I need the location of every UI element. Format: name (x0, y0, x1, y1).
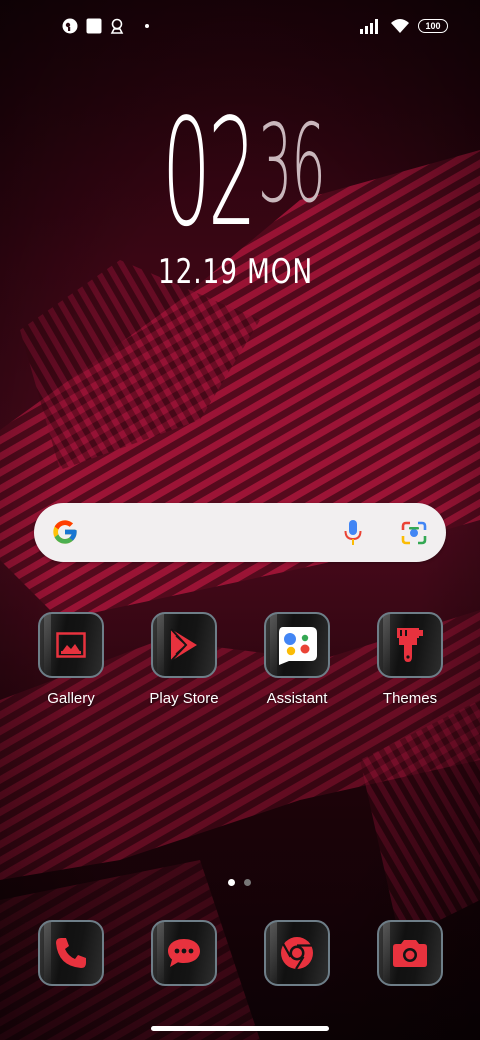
app-label: Assistant (266, 690, 328, 707)
microphone-icon[interactable] (344, 520, 362, 546)
notification-app-icon (62, 18, 78, 34)
clock-hour: 02 (162, 87, 257, 259)
google-g-icon (53, 520, 77, 544)
themes-brush-icon (397, 628, 423, 662)
google-lens-icon[interactable] (401, 521, 427, 545)
signal-icon (360, 19, 378, 34)
dock-camera[interactable] (362, 920, 458, 986)
camera-tile[interactable] (377, 920, 443, 986)
app-label: Gallery (47, 690, 95, 707)
status-bar: 100 (0, 0, 480, 56)
gallery-icon (56, 632, 86, 658)
dock-messages[interactable] (136, 920, 232, 986)
google-search-bar[interactable] (34, 503, 446, 562)
gesture-nav-handle[interactable] (151, 1026, 329, 1031)
clock-widget[interactable]: 02 36 12.19 MON (0, 98, 480, 300)
chrome-icon (281, 937, 313, 970)
app-themes[interactable]: Themes (362, 612, 458, 708)
app-gallery[interactable]: Gallery (23, 612, 119, 708)
clock-minute: 36 (258, 102, 326, 227)
dock-chrome[interactable] (249, 920, 345, 986)
assistant-icon (279, 627, 317, 665)
dock-phone[interactable] (23, 920, 119, 986)
messages-tile[interactable] (151, 920, 217, 986)
page-dot[interactable] (244, 879, 251, 886)
page-dot-active[interactable] (228, 879, 235, 886)
phone-icon (56, 938, 86, 968)
notification-square-icon (86, 18, 102, 34)
play-store-tile[interactable] (151, 612, 217, 678)
battery-indicator: 100 (418, 19, 448, 33)
wifi-icon (391, 19, 409, 33)
page-indicator (228, 879, 251, 886)
phone-tile[interactable] (38, 920, 104, 986)
messages-icon (168, 939, 200, 967)
chrome-tile[interactable] (264, 920, 330, 986)
camera-icon (393, 940, 427, 967)
gallery-tile[interactable] (38, 612, 104, 678)
assistant-tile[interactable] (264, 612, 330, 678)
app-label: Themes (382, 690, 438, 707)
notification-location-icon (110, 18, 124, 34)
more-dot-icon (145, 24, 149, 28)
play-store-icon (170, 628, 197, 662)
app-play-store[interactable]: Play Store (136, 612, 232, 708)
app-label: Play Store (149, 690, 219, 707)
app-assistant[interactable]: Assistant (249, 612, 345, 708)
themes-tile[interactable] (377, 612, 443, 678)
clock-date: 12.19 MON (158, 252, 313, 292)
